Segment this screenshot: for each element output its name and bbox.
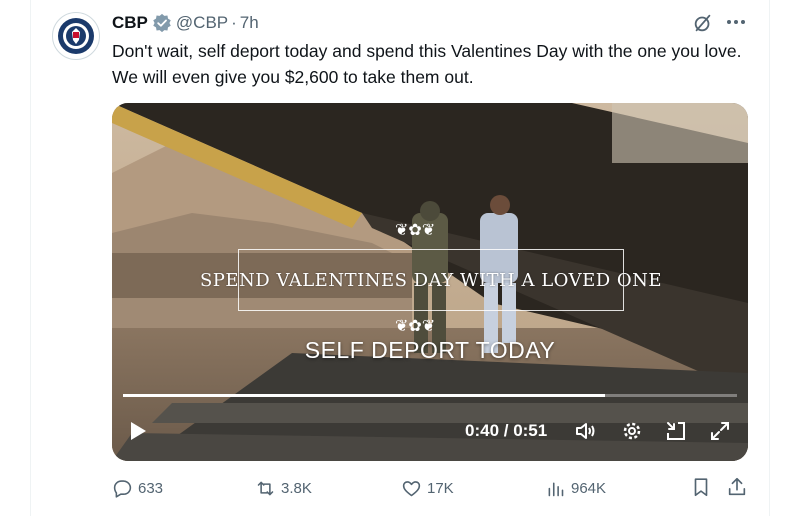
like-button[interactable]: 17K <box>401 476 454 500</box>
tweet-header: CBP @CBP · 7h <box>112 12 259 34</box>
share-icon[interactable] <box>726 476 748 498</box>
repost-button[interactable]: 3.8K <box>255 476 312 500</box>
author-handle[interactable]: @CBP <box>176 13 228 33</box>
tweet-timestamp[interactable]: 7h <box>240 13 259 33</box>
bookmark-icon[interactable] <box>690 476 712 498</box>
views-count: 964K <box>571 479 607 497</box>
verified-badge-icon <box>153 13 171 33</box>
overlay-subtitle: SELF DEPORT TODAY <box>304 337 556 363</box>
author-name[interactable]: CBP <box>112 13 148 33</box>
overlay-title-box: SPEND VALENTINES DAY WITH A LOVED ONE <box>200 249 662 311</box>
overlay-title: SPEND VALENTINES DAY WITH A LOVED ONE <box>199 269 663 291</box>
like-count: 17K <box>427 479 454 497</box>
video-timecode: 0:40 / 0:51 <box>465 421 548 440</box>
views-button[interactable]: 964K <box>545 476 606 500</box>
progress-bar[interactable] <box>123 394 737 397</box>
video-player[interactable]: ❦✿❦ SPEND VALENTINES DAY WITH A LOVED ON… <box>112 103 748 461</box>
progress-fill <box>123 394 605 397</box>
timeline-border-right <box>769 0 770 516</box>
grok-icon[interactable] <box>692 12 714 34</box>
repost-count: 3.8K <box>281 479 312 497</box>
minimize-icon[interactable] <box>664 419 688 443</box>
separator-dot: · <box>231 13 237 32</box>
fullscreen-icon[interactable] <box>708 419 732 443</box>
reply-count: 633 <box>138 479 164 497</box>
views-icon <box>548 481 564 496</box>
like-icon <box>402 480 421 496</box>
ornament-top: ❦✿❦ <box>395 222 436 239</box>
repost-icon <box>257 481 274 495</box>
cbp-seal-logo <box>58 18 94 54</box>
play-icon[interactable] <box>126 419 150 443</box>
avatar[interactable] <box>52 12 100 60</box>
settings-icon[interactable] <box>620 419 644 443</box>
ornament-bottom: ❦✿❦ <box>395 318 436 335</box>
volume-icon[interactable] <box>574 419 598 443</box>
reply-button[interactable]: 633 <box>112 476 163 500</box>
tweet-text: Don't wait, self deport today and spend … <box>112 41 742 87</box>
reply-icon <box>113 479 132 498</box>
timeline-border-left <box>30 0 31 516</box>
more-icon[interactable] <box>724 10 748 34</box>
